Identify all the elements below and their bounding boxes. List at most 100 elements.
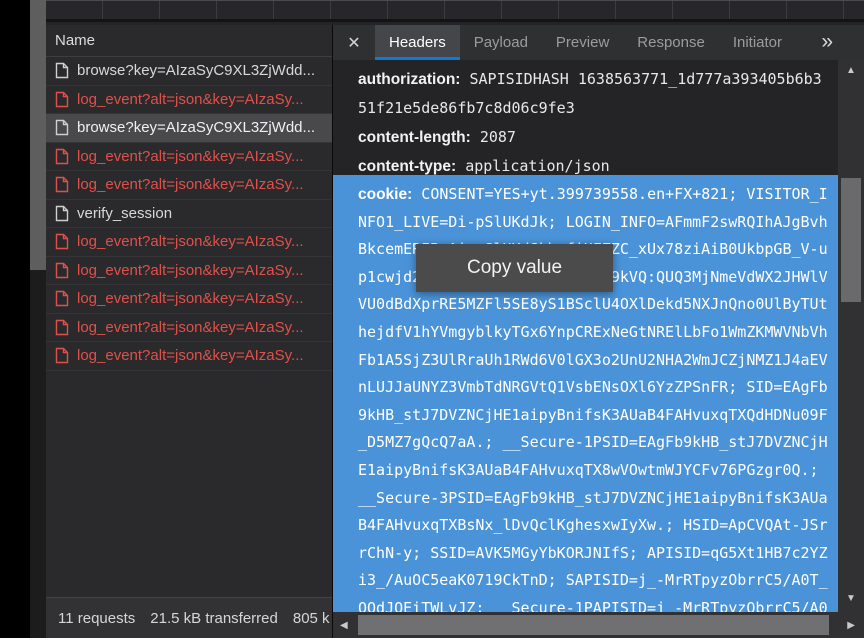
header-value: Fb1A5SjZ3UlRraUh1RWd6V0lGX3o2UnU2NHA2WmJ… [358, 351, 828, 369]
request-row[interactable]: log_event?alt=json&key=AIzaSy... [46, 171, 332, 200]
header-line: E1aipyBnifsK3AUaB4FAHvuxqTX8wVOwtmWJYCFv… [358, 457, 838, 485]
scroll-down-icon[interactable]: ▼ [838, 590, 864, 608]
header-value: CONSENT=YES+yt.399739558.en+FX+821; VISI… [412, 185, 827, 203]
vertical-scrollbar[interactable]: ▲ ▼ [838, 60, 864, 612]
header-line: B4FAHvuxqTXBsNx_lDvQclKghesxwIyXw.; HSID… [358, 512, 838, 540]
file-icon [55, 205, 69, 222]
tab-payload[interactable]: Payload [460, 25, 542, 60]
header-value: application/json [456, 157, 610, 175]
header-line: __Secure-3PSID=EAgFb9kHB_stJ7DVZNCjHE1ai… [358, 485, 838, 513]
header-line: content-length: 2087 [358, 123, 838, 152]
file-icon [55, 62, 69, 79]
devtools-screen: Name browse?key=AIzaSyC9XL3ZjWdd... log_… [0, 0, 864, 638]
transferred-size: 21.5 kB transferred [150, 610, 278, 627]
file-icon [55, 262, 69, 279]
header-value: SAPISIDHASH 1638563771_1d777a393405b6b3 [460, 70, 821, 88]
request-label: log_event?alt=json&key=AIzaSy... [77, 262, 304, 279]
name-column-header[interactable]: Name [46, 25, 332, 57]
vertical-scrollbar-thumb[interactable] [841, 178, 861, 302]
request-row[interactable]: browse?key=AIzaSyC9XL3ZjWdd... [46, 57, 332, 86]
request-row[interactable]: log_event?alt=json&key=AIzaSy... [46, 143, 332, 172]
headers-content: authorization: SAPISIDHASH 1638563771_1d… [333, 60, 838, 612]
request-row[interactable]: log_event?alt=json&key=AIzaSy... [46, 257, 332, 286]
header-name: content-type: [358, 158, 456, 175]
scroll-up-icon[interactable]: ▲ [838, 62, 864, 80]
header-value: VU0dBdXprRE5MZFl5SE8yS1BSclU4OXlDekd5NXJ… [358, 295, 828, 313]
header-line: 51f21e5de86fb7c8d06c9fe3 [358, 94, 838, 123]
header-line: cookie: CONSENT=YES+yt.399739558.en+FX+8… [358, 181, 838, 209]
header-value: E1aipyBnifsK3AUaB4FAHvuxqTX8wVOwtmWJYCFv… [358, 461, 819, 479]
header-line: nLUJJaUNYZ3VmbTdNRGVtQ1VsbENsOXl6YzZPSnF… [358, 374, 838, 402]
file-icon [55, 148, 69, 165]
header-name: authorization: [358, 71, 460, 88]
file-icon [55, 347, 69, 364]
request-label: verify_session [77, 205, 172, 222]
request-list-pane: Name browse?key=AIzaSyC9XL3ZjWdd... log_… [46, 25, 333, 638]
devtools-network-panel: Name browse?key=AIzaSyC9XL3ZjWdd... log_… [46, 0, 864, 638]
header-value: B4FAHvuxqTXBsNx_lDvQclKghesxwIyXw.; HSID… [358, 516, 828, 534]
request-label: log_event?alt=json&key=AIzaSy... [77, 176, 304, 193]
request-list: browse?key=AIzaSyC9XL3ZjWdd... log_event… [46, 57, 332, 371]
file-icon [55, 119, 69, 136]
horizontal-scrollbar[interactable]: ◀ ▶ [333, 612, 864, 638]
header-name: cookie: [358, 186, 412, 203]
request-count: 11 requests [58, 610, 135, 627]
header-line: hejdfV1hYVmgyblkyTGx6YnpCRExNeGtNRElLbFo… [358, 319, 838, 347]
request-row[interactable]: log_event?alt=json&key=AIzaSy... [46, 285, 332, 314]
scroll-left-icon[interactable]: ◀ [340, 612, 348, 638]
request-row[interactable]: log_event?alt=json&key=AIzaSy... [46, 342, 332, 371]
request-row[interactable]: log_event?alt=json&key=AIzaSy... [46, 228, 332, 257]
file-icon [55, 91, 69, 108]
tab-initiator[interactable]: Initiator [719, 25, 796, 60]
header-value: __Secure-3PSID=EAgFb9kHB_stJ7DVZNCjHE1ai… [358, 489, 828, 507]
cookie-header-selected[interactable]: cookie: CONSENT=YES+yt.399739558.en+FX+8… [333, 175, 838, 612]
tab-headers[interactable]: Headers [375, 25, 460, 60]
resources-size: 805 k [293, 610, 330, 627]
header-line: authorization: SAPISIDHASH 1638563771_1d… [358, 65, 838, 94]
header-value: nLUJJaUNYZ3VmbTdNRGVtQ1VsbENsOXl6YzZPSnF… [358, 378, 828, 396]
file-icon [55, 233, 69, 250]
details-tab-bar: ✕ HeadersPayloadPreviewResponseInitiator… [333, 25, 864, 60]
tab-preview[interactable]: Preview [542, 25, 623, 60]
more-tabs-icon[interactable]: » [821, 31, 830, 55]
request-details-pane: ✕ HeadersPayloadPreviewResponseInitiator… [333, 25, 864, 638]
tab-list: HeadersPayloadPreviewResponseInitiator [375, 25, 796, 60]
header-name: content-length: [358, 129, 471, 146]
horizontal-scrollbar-thumb[interactable] [358, 615, 829, 635]
background-scrollbar[interactable] [30, 0, 46, 638]
request-label: log_event?alt=json&key=AIzaSy... [77, 91, 304, 108]
request-label: log_event?alt=json&key=AIzaSy... [77, 319, 304, 336]
header-value: 51f21e5de86fb7c8d06c9fe3 [358, 99, 575, 117]
plain-headers: authorization: SAPISIDHASH 1638563771_1d… [333, 60, 838, 181]
header-value: 2087 [471, 128, 516, 146]
file-icon [55, 176, 69, 193]
request-label: log_event?alt=json&key=AIzaSy... [77, 347, 304, 364]
tab-response[interactable]: Response [623, 25, 719, 60]
network-status-bar: 11 requests 21.5 kB transferred 805 k [46, 597, 332, 638]
network-overview-timeline[interactable] [46, 0, 864, 22]
request-label: browse?key=AIzaSyC9XL3ZjWdd... [77, 62, 315, 79]
request-label: log_event?alt=json&key=AIzaSy... [77, 148, 304, 165]
header-value: i3_/AuOC5eaK0719CkTnD; SAPISID=j_-MrRTpy… [358, 571, 828, 589]
header-line: i3_/AuOC5eaK0719CkTnD; SAPISID=j_-MrRTpy… [358, 567, 838, 595]
close-icon[interactable]: ✕ [333, 25, 375, 60]
copy-value-button[interactable]: Copy value [416, 244, 613, 292]
header-value: _D5MZ7gQcQ7aA.; __Secure-1PSID=EAgFb9kHB… [358, 433, 828, 451]
header-value: NFO1_LIVE=Di-pSlUKdJk; LOGIN_INFO=AFmmF2… [358, 213, 828, 231]
background-scrollbar-thumb[interactable] [30, 0, 46, 270]
request-label: log_event?alt=json&key=AIzaSy... [77, 290, 304, 307]
scroll-right-icon[interactable]: ▶ [847, 612, 855, 638]
header-line: rChN-y; SSID=AVK5MGyYbKORJNIfS; APISID=q… [358, 540, 838, 568]
request-row[interactable]: browse?key=AIzaSyC9XL3ZjWdd... [46, 114, 332, 143]
request-label: log_event?alt=json&key=AIzaSy... [77, 233, 304, 250]
header-value: 9kHB_stJ7DVZNCjHE1aipyBnifsK3AUaB4FAHvux… [358, 406, 828, 424]
header-value: hejdfV1hYVmgyblkyTGx6YnpCRExNeGtNRElLbFo… [358, 323, 828, 341]
header-value: QOdJQEiTWLvJZ; __Secure-1PAPISID=j_-MrRT… [358, 599, 828, 612]
file-icon [55, 319, 69, 336]
request-row[interactable]: log_event?alt=json&key=AIzaSy... [46, 86, 332, 115]
request-row[interactable]: verify_session [46, 200, 332, 229]
request-row[interactable]: log_event?alt=json&key=AIzaSy... [46, 314, 332, 343]
header-line: _D5MZ7gQcQ7aA.; __Secure-1PSID=EAgFb9kHB… [358, 429, 838, 457]
header-line: VU0dBdXprRE5MZFl5SE8yS1BSclU4OXlDekd5NXJ… [358, 291, 838, 319]
request-label: browse?key=AIzaSyC9XL3ZjWdd... [77, 119, 315, 136]
